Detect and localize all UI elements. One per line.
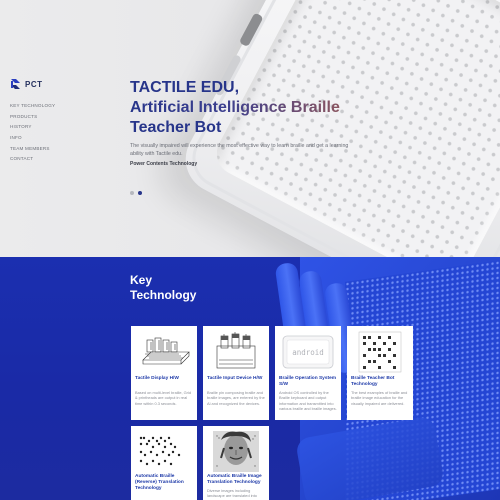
hero-section: PCT KEY TECHNOLOGY PRODUCTS HISTORY INFO… (0, 0, 500, 257)
card-description: The best examples of braille and braille… (351, 390, 408, 406)
card-title: Braille Operation System S/W (279, 376, 337, 387)
hero-description: The visually impaired will experience th… (130, 143, 349, 158)
card-title: Automatic Braille (Reverse) Translation … (135, 474, 184, 491)
card-title: Tactile Input Device H/W (207, 376, 263, 381)
key-technology-title: Key Technology (130, 273, 270, 303)
slider-dot-2[interactable] (138, 191, 142, 195)
hero-title-line3: Teacher Bot (130, 119, 222, 136)
slider-pagination (130, 191, 142, 195)
card-description: Braille pin composing braille and braill… (207, 390, 265, 406)
pct-logo-icon (11, 79, 20, 89)
hero-title-line2: Artificial Intelligence Braille (130, 99, 340, 116)
card-description: Diverse images including landscape are t… (207, 488, 257, 500)
nav-item-contact[interactable]: CONTACT (10, 154, 55, 165)
tech-card-braille-os[interactable]: android Braille Operation System S/W And… (275, 326, 341, 420)
tactile-display-device-icon (135, 330, 193, 374)
key-technology-title-line2: Technology (130, 288, 197, 302)
card-description: Based on multi-level braille, Grid & pri… (135, 390, 192, 406)
hero-title: TACTILE EDU, Artificial Intelligence Bra… (130, 78, 340, 138)
nav-item-team-members[interactable]: TEAM MEMBERS (10, 144, 55, 155)
braille-grid-icon (351, 330, 409, 374)
card-description: Android OS controlled by the Braille key… (279, 390, 337, 412)
svg-text:android: android (292, 348, 324, 357)
slider-dot-1[interactable] (130, 191, 134, 195)
nav-item-history[interactable]: HISTORY (10, 122, 55, 133)
nav-item-info[interactable]: INFO (10, 133, 55, 144)
tech-card-teacher-bot[interactable]: Braille Teacher Bot Technology The best … (347, 326, 413, 420)
braille-dots-icon (135, 430, 193, 472)
tech-card-tactile-input[interactable]: Tactile Input Device H/W Braille pin com… (203, 326, 269, 420)
card-title: Tactile Display H/W (135, 376, 179, 381)
portrait-image-icon (207, 430, 265, 472)
card-title: Automatic Braille Image Translation Tech… (207, 474, 262, 485)
brand-logo[interactable]: PCT (10, 78, 43, 91)
hero-title-line1: TACTILE EDU, (130, 79, 240, 96)
android-screen-icon: android (279, 330, 337, 374)
nav-item-products[interactable]: PRODUCTS (10, 112, 55, 123)
main-nav: KEY TECHNOLOGY PRODUCTS HISTORY INFO TEA… (10, 101, 55, 165)
tech-card-reverse-translation[interactable]: Automatic Braille (Reverse) Translation … (131, 426, 197, 500)
tech-card-image-translation[interactable]: Automatic Braille Image Translation Tech… (203, 426, 269, 500)
hero-power-label: Power Contents Technology (130, 161, 198, 167)
logo-text: PCT (25, 80, 43, 89)
key-technology-title-line1: Key (130, 273, 153, 287)
card-title: Braille Teacher Bot Technology (351, 376, 395, 387)
tactile-input-device-icon (207, 330, 265, 374)
nav-item-key-technology[interactable]: KEY TECHNOLOGY (10, 101, 55, 112)
tech-card-tactile-display[interactable]: Tactile Display H/W Based on multi-level… (131, 326, 197, 420)
